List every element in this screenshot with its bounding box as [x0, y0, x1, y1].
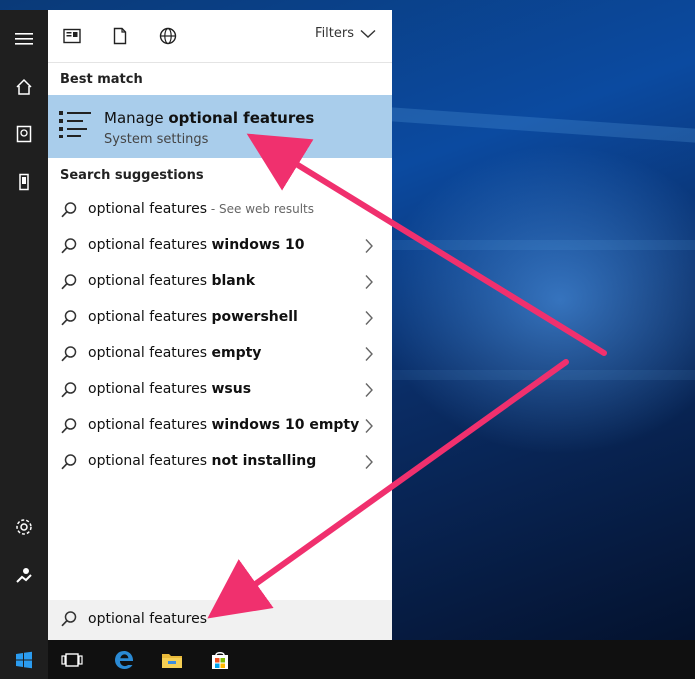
arrow-to-best-match	[246, 133, 607, 356]
arrow-to-search-box	[207, 359, 569, 619]
annotation-arrows	[207, 133, 607, 619]
